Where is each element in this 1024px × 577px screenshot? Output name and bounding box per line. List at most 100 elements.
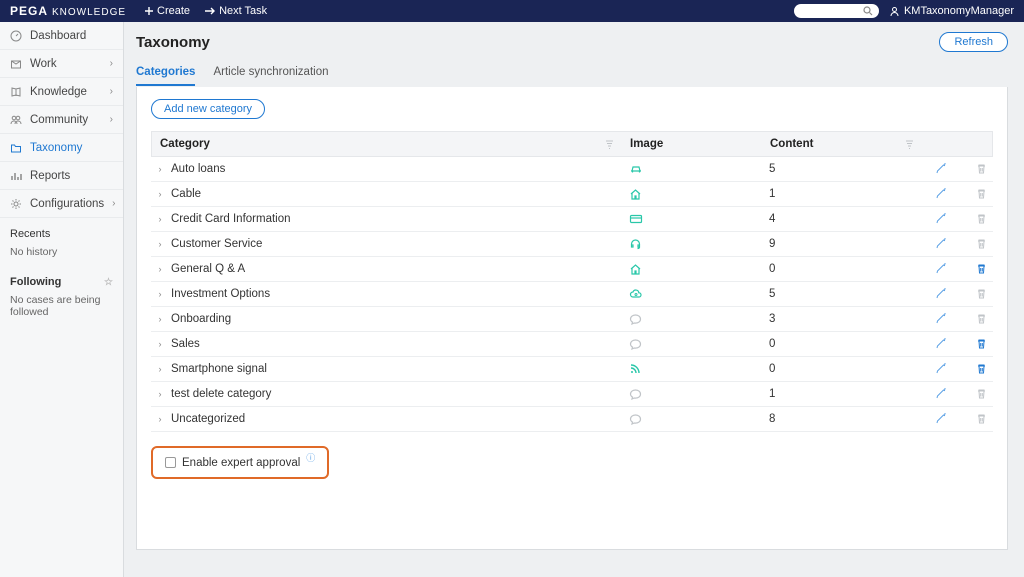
table-row: ›Cable1 xyxy=(151,182,993,207)
sidebar-item-dashboard[interactable]: Dashboard xyxy=(0,22,123,50)
sidebar-item-reports[interactable]: Reports xyxy=(0,162,123,190)
filter-icon[interactable] xyxy=(905,140,914,149)
edit-icon[interactable] xyxy=(935,288,947,300)
content-count: 0 xyxy=(761,332,921,356)
sidebar-item-label: Configurations xyxy=(30,198,104,210)
help-icon[interactable]: ⓘ xyxy=(306,451,315,464)
chevron-right-icon[interactable]: › xyxy=(155,339,165,349)
chevron-right-icon[interactable]: › xyxy=(155,364,165,374)
category-name[interactable]: Onboarding xyxy=(171,313,231,325)
chevron-right-icon: › xyxy=(110,58,113,69)
chevron-right-icon[interactable]: › xyxy=(155,289,165,299)
category-name[interactable]: Cable xyxy=(171,188,201,200)
delete-icon[interactable] xyxy=(976,238,987,250)
delete-icon[interactable] xyxy=(976,213,987,225)
edit-icon[interactable] xyxy=(935,213,947,225)
table-row: ›Auto loans5 xyxy=(151,157,993,182)
bubble-icon xyxy=(629,413,642,425)
main-content: Taxonomy Refresh Categories Article sync… xyxy=(124,22,1024,577)
edit-icon[interactable] xyxy=(935,413,947,425)
edit-icon[interactable] xyxy=(935,188,947,200)
table-row: ›General Q & A0 xyxy=(151,257,993,282)
user-icon xyxy=(889,6,900,17)
category-name[interactable]: Sales xyxy=(171,338,200,350)
next-task-button[interactable]: Next Task xyxy=(204,5,267,17)
tab-categories[interactable]: Categories xyxy=(136,62,195,86)
sidebar-item-label: Work xyxy=(30,58,102,70)
edit-icon[interactable] xyxy=(935,338,947,350)
search-input[interactable] xyxy=(794,4,879,18)
create-button[interactable]: Create xyxy=(144,5,190,17)
table-row: ›Credit Card Information4 xyxy=(151,207,993,232)
sidebar-item-label: Taxonomy xyxy=(30,142,113,154)
gauge-icon xyxy=(10,30,22,42)
filter-icon[interactable] xyxy=(605,140,614,149)
sidebar-item-configurations[interactable]: Configurations› xyxy=(0,190,123,218)
category-name[interactable]: Credit Card Information xyxy=(171,213,291,225)
chevron-right-icon: › xyxy=(110,114,113,125)
add-category-button[interactable]: Add new category xyxy=(151,99,265,119)
edit-icon[interactable] xyxy=(935,263,947,275)
recents-header: Recents xyxy=(0,218,123,244)
table-row: › Uncategorized 8 xyxy=(151,407,993,432)
category-name[interactable]: test delete category xyxy=(171,388,271,400)
chevron-right-icon[interactable]: › xyxy=(155,414,165,424)
sidebar-item-work[interactable]: Work › xyxy=(0,50,123,78)
category-name[interactable]: Smartphone signal xyxy=(171,363,267,375)
chevron-right-icon[interactable]: › xyxy=(155,164,165,174)
bubble-icon xyxy=(629,338,642,350)
recents-empty: No history xyxy=(0,244,123,266)
delete-icon[interactable] xyxy=(976,388,987,400)
edit-icon[interactable] xyxy=(935,388,947,400)
gear-icon xyxy=(10,198,22,210)
chevron-right-icon[interactable]: › xyxy=(155,314,165,324)
delete-icon[interactable] xyxy=(976,263,987,275)
col-image: Image xyxy=(630,138,663,150)
delete-icon[interactable] xyxy=(976,338,987,350)
sidebar-item-taxonomy[interactable]: Taxonomy xyxy=(0,134,123,162)
chevron-right-icon: › xyxy=(110,86,113,97)
delete-icon[interactable] xyxy=(976,313,987,325)
content-count: 8 xyxy=(761,407,921,431)
sidebar-item-community[interactable]: Community› xyxy=(0,106,123,134)
delete-icon[interactable] xyxy=(976,363,987,375)
expert-approval-checkbox[interactable] xyxy=(165,457,176,468)
plus-icon xyxy=(144,6,154,16)
edit-icon[interactable] xyxy=(935,313,947,325)
category-name[interactable]: Customer Service xyxy=(171,238,262,250)
edit-icon[interactable] xyxy=(935,238,947,250)
category-name[interactable]: General Q & A xyxy=(171,263,245,275)
brand-name: PEGA xyxy=(10,4,48,18)
edit-icon[interactable] xyxy=(935,363,947,375)
table-row: ›Investment Options5 xyxy=(151,282,993,307)
star-icon: ☆ xyxy=(104,277,113,288)
tab-article-sync[interactable]: Article synchronization xyxy=(213,62,328,86)
category-name[interactable]: Uncategorized xyxy=(171,413,245,425)
delete-icon[interactable] xyxy=(976,413,987,425)
chevron-right-icon[interactable]: › xyxy=(155,189,165,199)
category-name[interactable]: Auto loans xyxy=(171,163,225,175)
chevron-right-icon[interactable]: › xyxy=(155,239,165,249)
chevron-right-icon[interactable]: › xyxy=(155,389,165,399)
delete-icon[interactable] xyxy=(976,288,987,300)
category-name[interactable]: Investment Options xyxy=(171,288,270,300)
table-row: ›Customer Service9 xyxy=(151,232,993,257)
user-name: KMTaxonomyManager xyxy=(904,5,1014,17)
sidebar: DashboardWork›Knowledge›Community›Taxono… xyxy=(0,22,124,577)
sidebar-item-knowledge[interactable]: Knowledge› xyxy=(0,78,123,106)
brand-product: KNOWLEDGE xyxy=(52,7,126,18)
refresh-button[interactable]: Refresh xyxy=(939,32,1008,52)
edit-icon[interactable] xyxy=(935,163,947,175)
delete-icon[interactable] xyxy=(976,163,987,175)
table-row: ›test delete category1 xyxy=(151,382,993,407)
categories-panel: Add new category Category Image Content xyxy=(136,87,1008,550)
user-menu[interactable]: KMTaxonomyManager xyxy=(889,5,1014,17)
chevron-right-icon[interactable]: › xyxy=(155,214,165,224)
car-icon xyxy=(629,163,643,175)
chevron-right-icon[interactable]: › xyxy=(155,264,165,274)
expert-approval-box: Enable expert approval ⓘ xyxy=(151,446,329,479)
page-title: Taxonomy xyxy=(136,34,210,51)
headset-icon xyxy=(629,238,642,250)
delete-icon[interactable] xyxy=(976,188,987,200)
expert-approval-label: Enable expert approval xyxy=(182,457,300,469)
